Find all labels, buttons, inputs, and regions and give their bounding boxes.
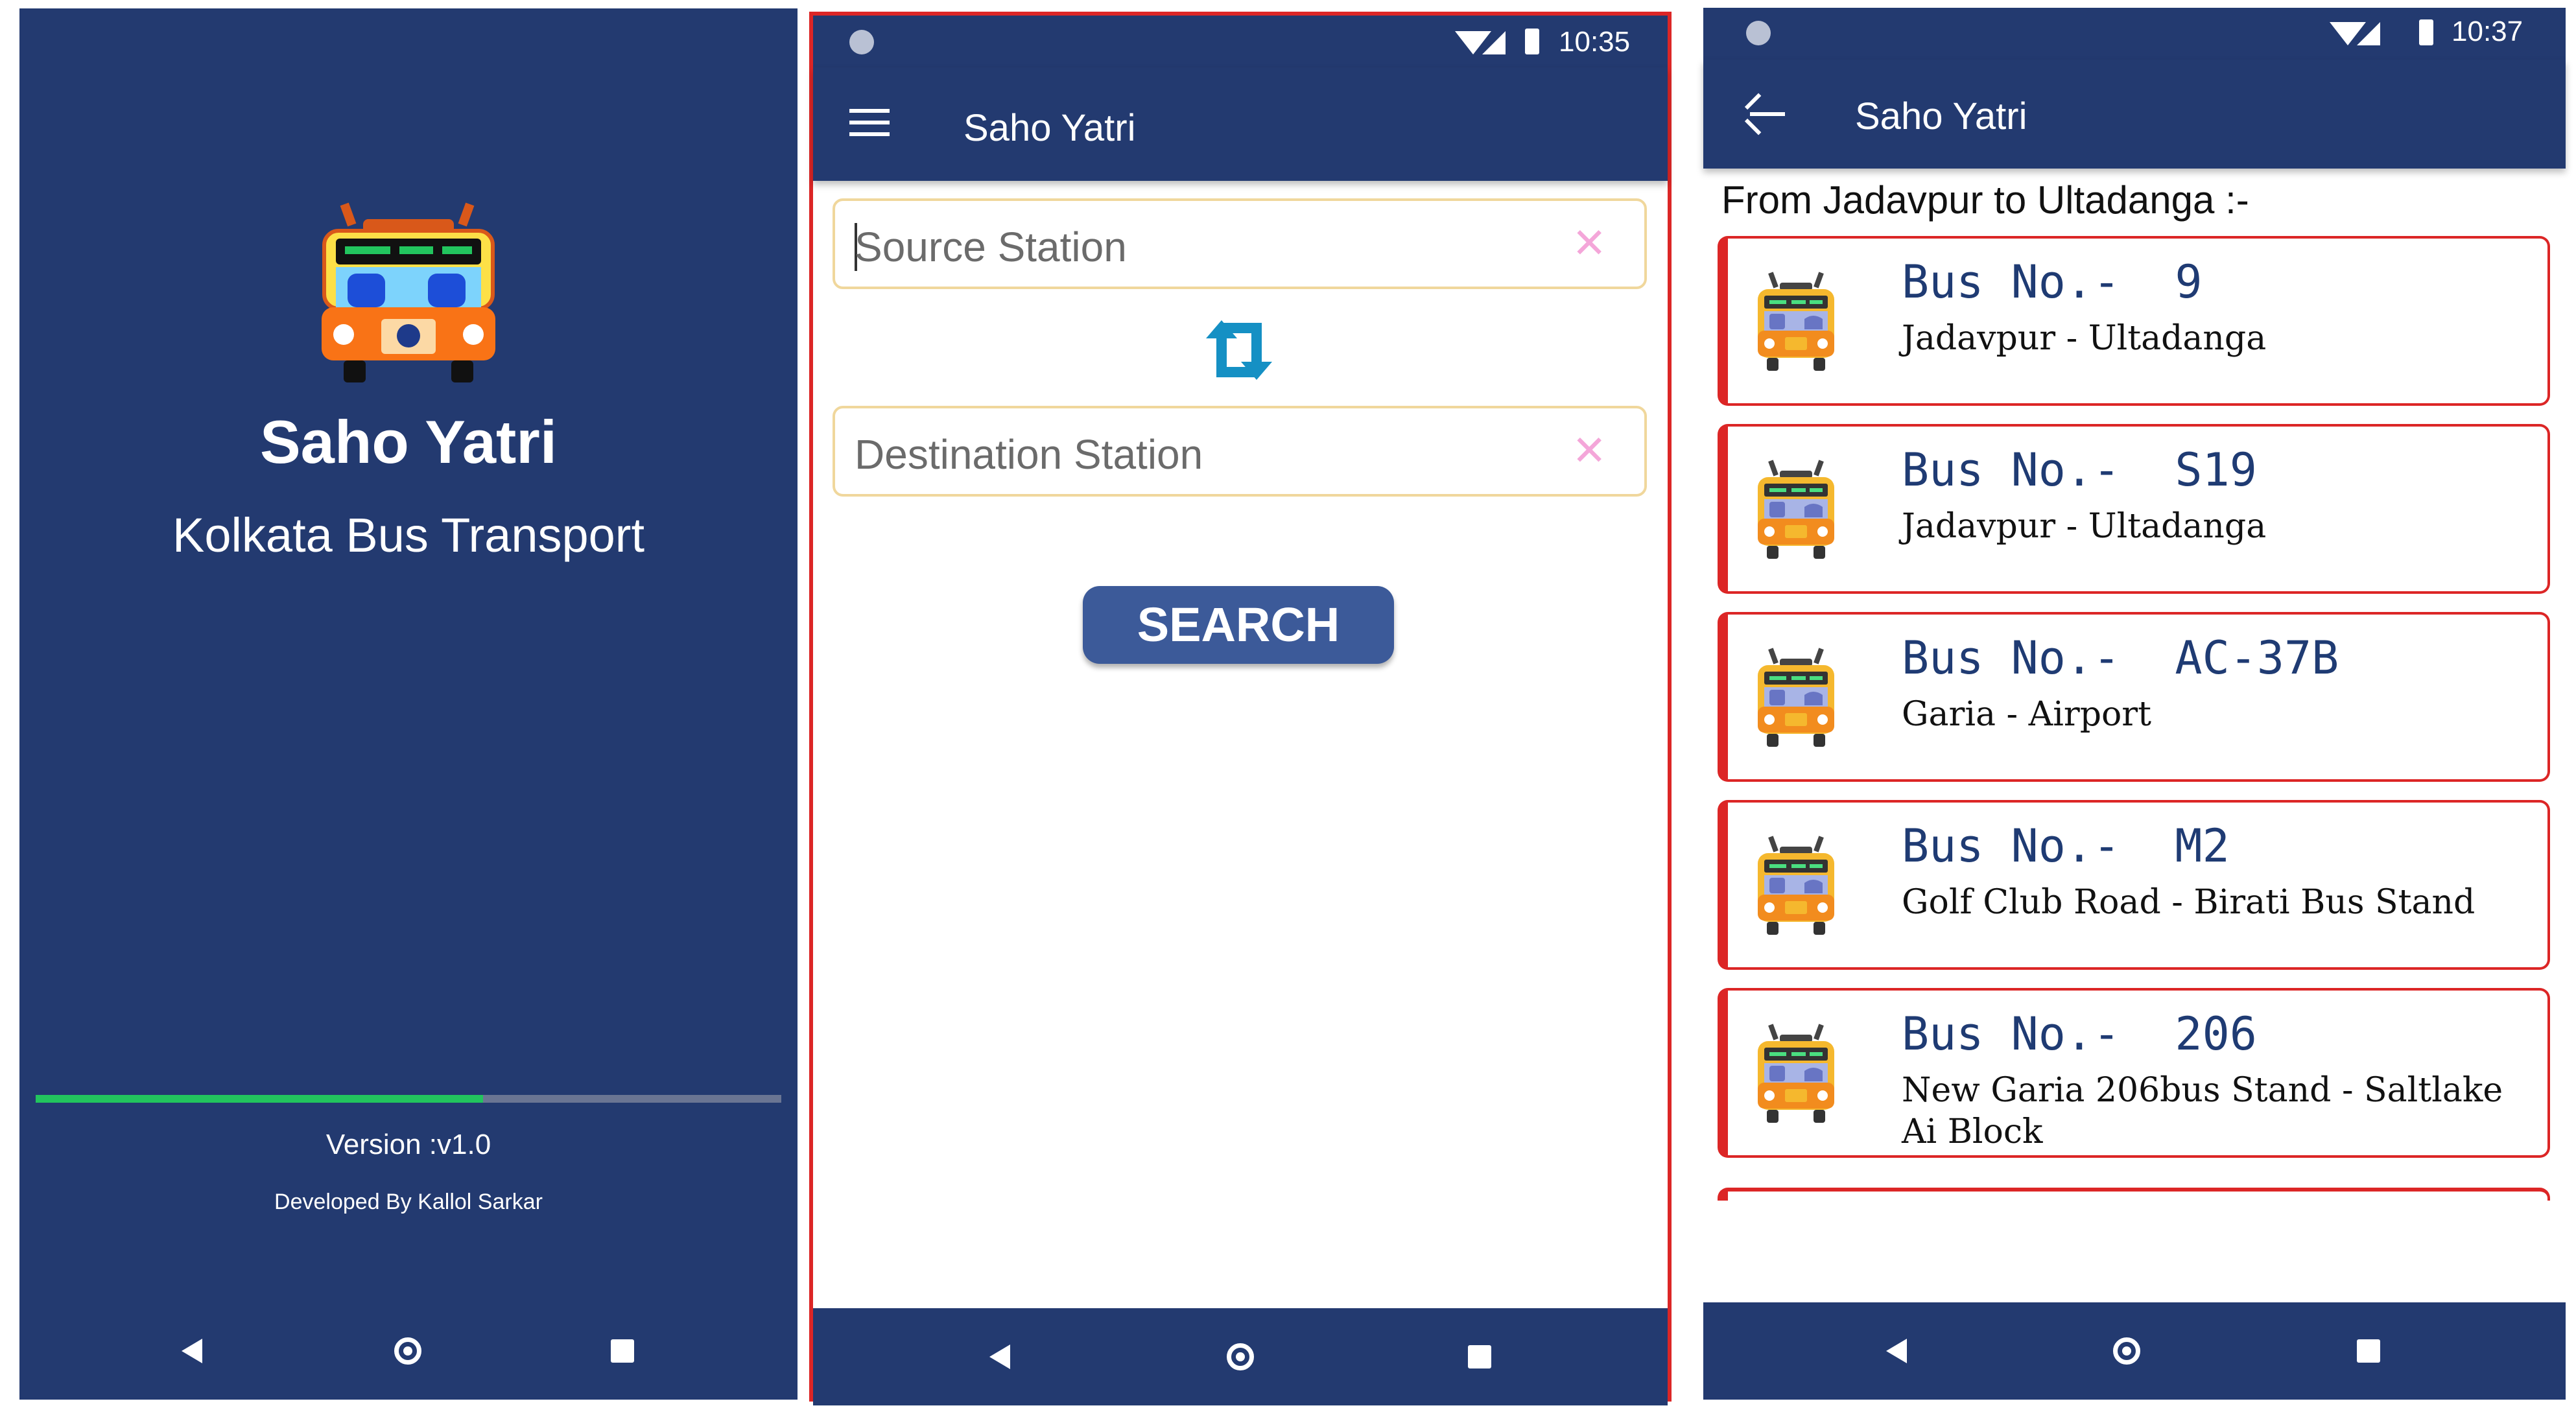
source-station-input[interactable]: Source Station ✕ xyxy=(833,198,1647,289)
result-card[interactable]: Bus No.- M2 Golf Club Road - Birati Bus S… xyxy=(1718,800,2550,970)
destination-station-input[interactable]: Destination Station ✕ xyxy=(833,406,1647,497)
swap-icon[interactable] xyxy=(1202,316,1276,384)
toolbar-title: Saho Yatri xyxy=(1855,95,2027,137)
bus-route: Jadavpur - Ultadanga xyxy=(1902,507,2267,546)
status-bar: 10:37 xyxy=(1703,8,2566,60)
bus-route: Jadavpur - Ultadanga xyxy=(1902,319,2267,358)
status-time: 10:35 xyxy=(1559,26,1631,58)
bus-number: Bus No.- S19 xyxy=(1902,443,2257,497)
progress-fill xyxy=(36,1095,483,1103)
result-card[interactable]: Bus No.- AC-37B Garia - Airport xyxy=(1718,612,2550,782)
search-button[interactable]: SEARCH xyxy=(1083,586,1394,664)
bus-route: Golf Club Road - Birati Bus Stand xyxy=(1902,883,2476,922)
nav-back-icon[interactable] xyxy=(989,1345,1010,1369)
bus-icon xyxy=(1754,835,1838,939)
system-nav-bar xyxy=(19,1302,798,1400)
developer-credit: Developed By Kallol Sarkar xyxy=(274,1190,543,1214)
status-bar: 10:35 xyxy=(813,16,1668,67)
bus-icon xyxy=(1754,271,1838,375)
result-card[interactable]: Bus No.- 9 Jadavpur - Ultadanga xyxy=(1718,236,2550,406)
system-nav-bar xyxy=(813,1308,1668,1405)
battery-icon xyxy=(2419,19,2433,45)
nav-back-icon[interactable] xyxy=(182,1339,202,1363)
signal-icon xyxy=(2357,22,2380,45)
nav-home-icon[interactable] xyxy=(2113,1337,2140,1365)
nav-recents-icon[interactable] xyxy=(611,1339,634,1363)
bus-number: Bus No.- AC-37B xyxy=(1902,631,2339,685)
battery-icon xyxy=(1525,29,1539,54)
bus-icon xyxy=(1754,1023,1838,1127)
results-screen: 10:37 Saho Yatri From Jadavpur to Ultada… xyxy=(1703,8,2566,1400)
menu-icon[interactable] xyxy=(849,109,890,136)
search-screen: 10:35 Saho Yatri Source Station ✕ Destin… xyxy=(809,12,1672,1405)
bus-number: Bus No.- 206 xyxy=(1902,1007,2257,1061)
nav-recents-icon[interactable] xyxy=(2357,1339,2380,1363)
bus-number: Bus No.- 9 xyxy=(1902,255,2203,309)
clear-source-icon[interactable]: ✕ xyxy=(1572,219,1607,268)
bus-icon xyxy=(1754,647,1838,751)
signal-icon xyxy=(1482,31,1506,54)
clear-destination-icon[interactable]: ✕ xyxy=(1572,427,1607,475)
notification-dot-icon xyxy=(1746,21,1771,45)
nav-home-icon[interactable] xyxy=(394,1337,421,1365)
app-logo-bus-icon xyxy=(322,202,495,382)
app-subtitle: Kolkata Bus Transport xyxy=(172,508,645,562)
notification-dot-icon xyxy=(849,30,874,54)
back-arrow-icon[interactable] xyxy=(1744,93,1785,135)
bus-icon xyxy=(1754,459,1838,563)
destination-station-placeholder: Destination Station xyxy=(855,431,1203,478)
route-heading: From Jadavpur to Ultadanga :- xyxy=(1721,178,2249,222)
nav-home-icon[interactable] xyxy=(1227,1343,1254,1370)
app-title: Saho Yatri xyxy=(259,408,558,476)
result-card[interactable]: Bus No.- 206 New Garia 206bus Stand - Sal… xyxy=(1718,988,2550,1158)
bus-route: Garia - Airport xyxy=(1902,695,2152,734)
splash-screen: Saho Yatri Kolkata Bus Transport Version… xyxy=(19,8,798,1400)
nav-recents-icon[interactable] xyxy=(1468,1345,1491,1368)
bus-route: New Garia 206bus Stand - Saltlake Ai Blo… xyxy=(1902,1071,2503,1151)
status-time: 10:37 xyxy=(2452,16,2523,47)
app-toolbar: Saho Yatri xyxy=(813,67,1668,181)
toolbar-title: Saho Yatri xyxy=(963,107,1136,149)
result-card[interactable]: Bus No.- S19 Jadavpur - Ultadanga xyxy=(1718,424,2550,594)
app-toolbar: Saho Yatri xyxy=(1703,60,2566,169)
version-text: Version :v1.0 xyxy=(325,1129,491,1160)
source-station-placeholder: Source Station xyxy=(855,224,1127,270)
bus-number: Bus No.- M2 xyxy=(1902,819,2230,873)
nav-back-icon[interactable] xyxy=(1886,1339,1907,1363)
loading-progress-bar xyxy=(36,1095,781,1103)
system-nav-bar xyxy=(1703,1302,2566,1400)
